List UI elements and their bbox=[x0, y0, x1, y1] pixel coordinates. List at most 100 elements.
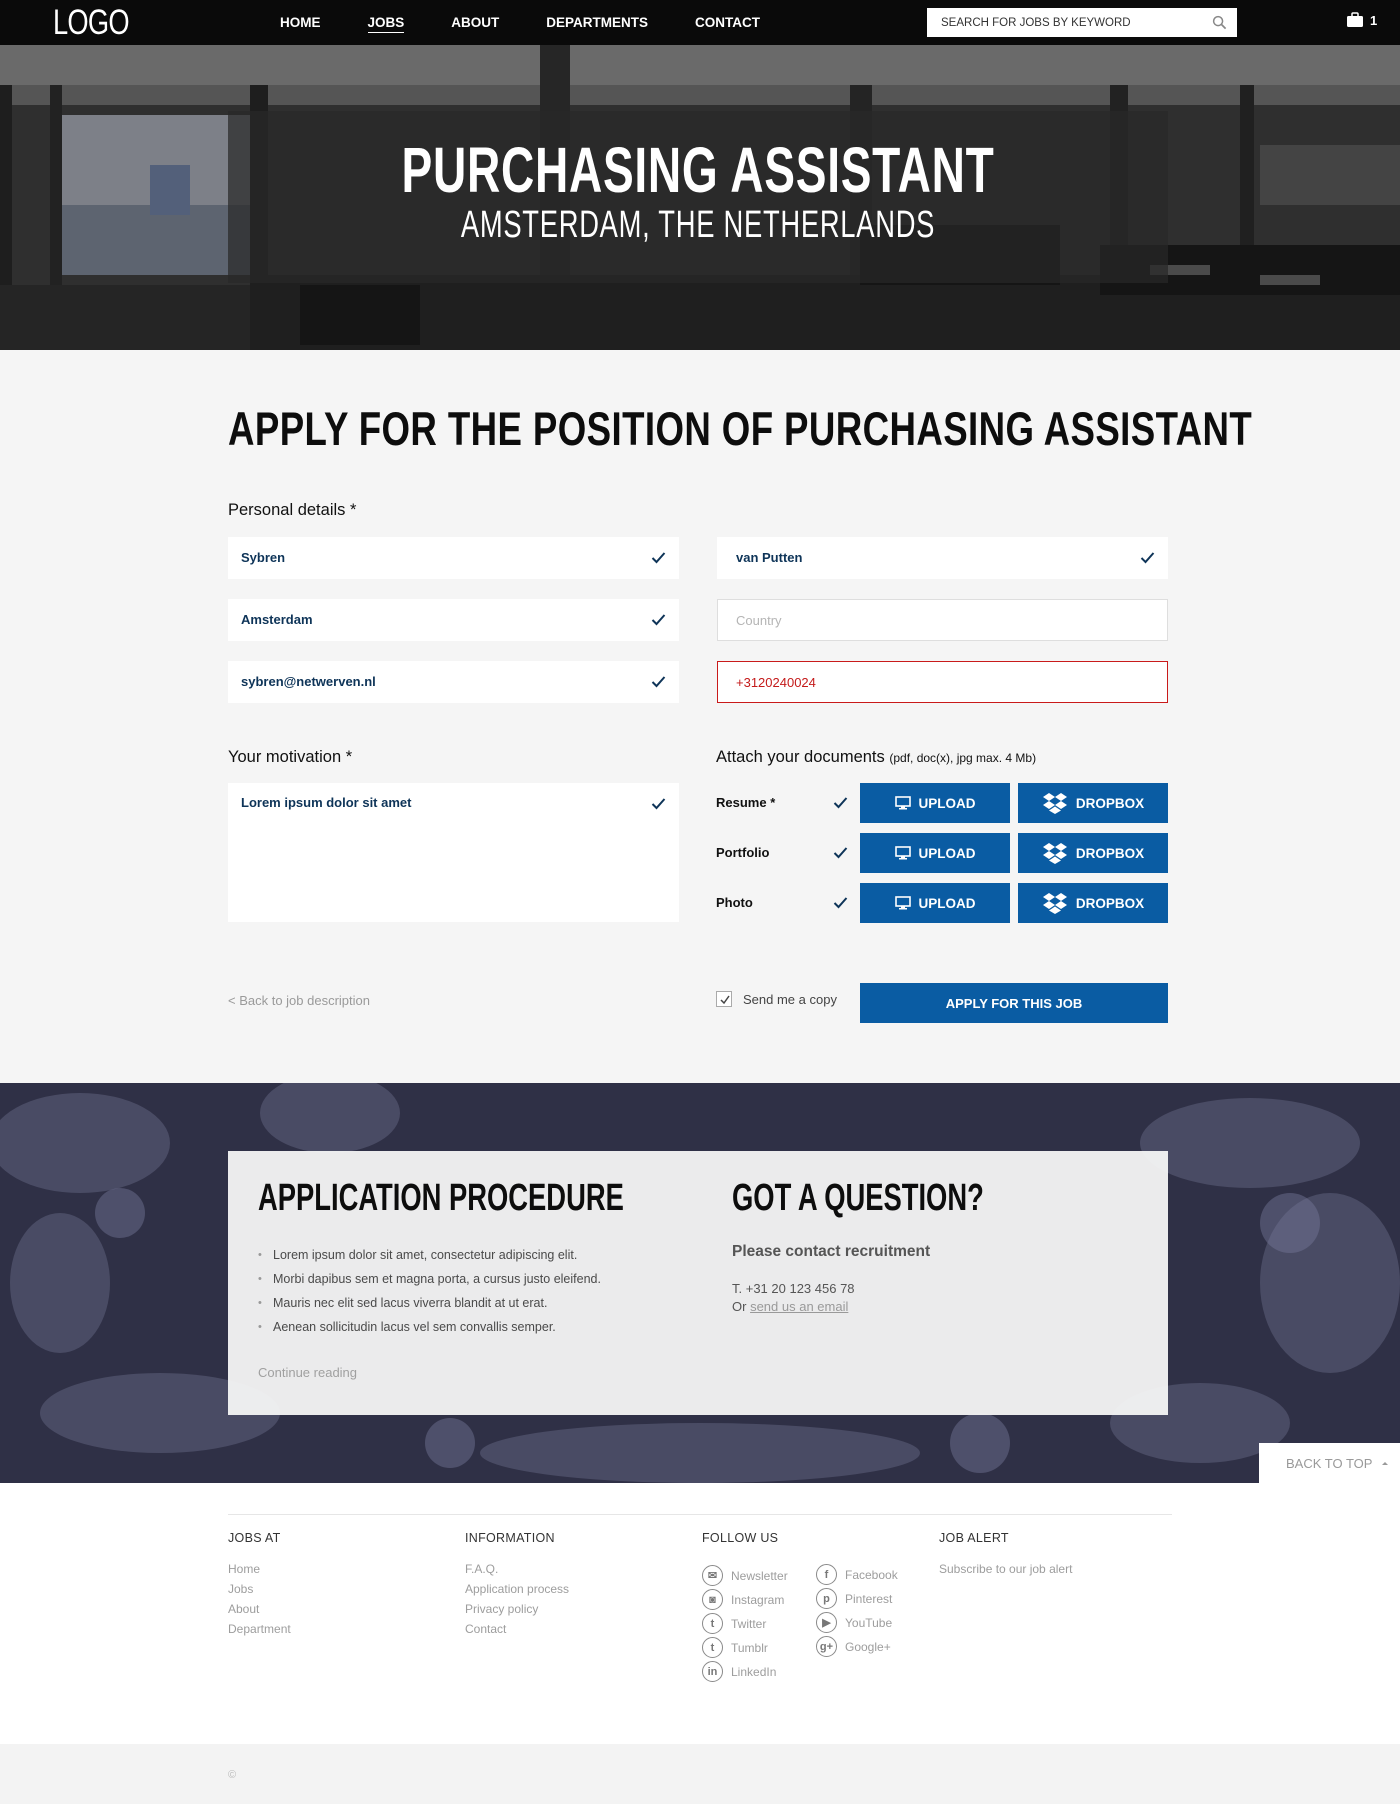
list-item: Mauris nec elit sed lacus viverra blandi… bbox=[258, 1291, 601, 1315]
first-name-field[interactable]: Sybren bbox=[228, 537, 679, 579]
footer bbox=[0, 1483, 1400, 1744]
back-to-job-link[interactable]: < Back to job description bbox=[228, 993, 370, 1008]
social-pinterest[interactable]: p Pinterest bbox=[816, 1588, 892, 1609]
pinterest-icon: p bbox=[816, 1588, 837, 1609]
check-icon bbox=[651, 552, 666, 564]
search-icon[interactable] bbox=[1212, 15, 1227, 30]
personal-details-label: Personal details * bbox=[228, 501, 357, 519]
search-input[interactable] bbox=[927, 8, 1197, 37]
hero-banner: PURCHASING ASSISTANT AMSTERDAM, THE NETH… bbox=[0, 45, 1400, 350]
bottom-bar bbox=[0, 1744, 1400, 1804]
motivation-textarea[interactable]: Lorem ipsum dolor sit amet bbox=[228, 783, 679, 922]
upload-photo-button[interactable]: UPLOAD bbox=[860, 883, 1010, 923]
twitter-icon: t bbox=[702, 1613, 723, 1634]
monitor-icon bbox=[894, 896, 911, 910]
job-location: AMSTERDAM, THE NETHERLANDS bbox=[460, 204, 936, 246]
footer-link-application-process[interactable]: Application process bbox=[465, 1579, 569, 1599]
apply-button[interactable]: APPLY FOR THIS JOB bbox=[860, 983, 1168, 1023]
motivation-label: Your motivation * bbox=[228, 748, 353, 766]
back-to-top-button[interactable]: BACK TO TOP bbox=[1259, 1443, 1400, 1483]
footer-link-faq[interactable]: F.A.Q. bbox=[465, 1559, 569, 1579]
nav-contact[interactable]: CONTACT bbox=[695, 0, 760, 45]
instagram-icon: ◙ bbox=[702, 1589, 723, 1610]
first-name-value: Sybren bbox=[241, 550, 286, 565]
monitor-icon bbox=[894, 796, 911, 810]
linkedin-icon: in bbox=[702, 1661, 723, 1682]
footer-link-about[interactable]: About bbox=[228, 1599, 291, 1619]
send-copy-checkbox[interactable]: Send me a copy bbox=[716, 991, 837, 1007]
nav-links: HOME JOBS ABOUT DEPARTMENTS CONTACT bbox=[280, 0, 807, 45]
monitor-icon bbox=[894, 846, 911, 860]
social-tumblr[interactable]: t Tumblr bbox=[702, 1637, 768, 1658]
upload-resume-button[interactable]: UPLOAD bbox=[860, 783, 1010, 823]
dropbox-portfolio-button[interactable]: DROPBOX bbox=[1018, 833, 1168, 873]
attach-documents-label: Attach your documents (pdf, doc(x), jpg … bbox=[716, 748, 1037, 766]
footer-link-privacy[interactable]: Privacy policy bbox=[465, 1599, 569, 1619]
doc-label: Portfolio bbox=[716, 845, 770, 860]
procedure-title: APPLICATION PROCEDURE bbox=[258, 1177, 624, 1219]
country-field[interactable]: Country bbox=[717, 599, 1168, 641]
job-title: PURCHASING ASSISTANT bbox=[401, 134, 995, 206]
footer-jobs-at: JOBS AT Home Jobs About Department bbox=[228, 1531, 291, 1639]
footer-link-department[interactable]: Department bbox=[228, 1619, 291, 1639]
doc-label: Photo bbox=[716, 895, 753, 910]
hero-title-box: PURCHASING ASSISTANT AMSTERDAM, THE NETH… bbox=[228, 111, 1168, 283]
list-item: Morbi dapibus sem et magna porta, a curs… bbox=[258, 1267, 601, 1291]
nav-about[interactable]: ABOUT bbox=[451, 0, 499, 45]
footer-job-alert: JOB ALERT Subscribe to our job alert bbox=[939, 1531, 1072, 1579]
last-name-value: van Putten bbox=[736, 550, 803, 565]
social-instagram[interactable]: ◙ Instagram bbox=[702, 1589, 784, 1610]
footer-follow-us: FOLLOW US bbox=[702, 1531, 779, 1545]
checkbox[interactable] bbox=[716, 991, 732, 1007]
check-icon bbox=[833, 797, 848, 809]
nav-jobs[interactable]: JOBS bbox=[367, 0, 405, 45]
social-youtube[interactable]: ▶ YouTube bbox=[816, 1612, 892, 1633]
footer-divider bbox=[228, 1514, 1172, 1515]
social-newsletter[interactable]: ✉ Newsletter bbox=[702, 1565, 788, 1586]
city-field[interactable]: Amsterdam bbox=[228, 599, 679, 641]
attach-hint: (pdf, doc(x), jpg max. 4 Mb) bbox=[889, 751, 1037, 765]
contact-phone: T. +31 20 123 456 78 bbox=[732, 1281, 855, 1296]
upload-portfolio-button[interactable]: UPLOAD bbox=[860, 833, 1010, 873]
continue-reading-link[interactable]: Continue reading bbox=[258, 1365, 357, 1380]
last-name-field[interactable]: van Putten bbox=[717, 537, 1168, 579]
check-icon bbox=[651, 614, 666, 626]
send-email-link[interactable]: send us an email bbox=[750, 1299, 848, 1314]
page-title: APPLY FOR THE POSITION OF PURCHASING ASS… bbox=[228, 402, 1253, 455]
dropbox-icon bbox=[1042, 793, 1067, 814]
phone-field[interactable]: +3120240024 bbox=[717, 661, 1168, 703]
list-item: Aenean sollicitudin lacus vel sem conval… bbox=[258, 1315, 601, 1339]
question-subtitle: Please contact recruitment bbox=[732, 1243, 931, 1260]
briefcase-icon bbox=[1347, 12, 1363, 27]
cart-button[interactable]: 1 bbox=[1346, 12, 1377, 28]
check-icon bbox=[651, 798, 666, 810]
motivation-value: Lorem ipsum dolor sit amet bbox=[241, 795, 412, 810]
nav-home[interactable]: HOME bbox=[280, 0, 321, 45]
tumblr-icon: t bbox=[702, 1637, 723, 1658]
footer-link-contact[interactable]: Contact bbox=[465, 1619, 569, 1639]
youtube-icon: ▶ bbox=[816, 1612, 837, 1633]
list-item: Lorem ipsum dolor sit amet, consectetur … bbox=[258, 1243, 601, 1267]
caret-up-icon bbox=[1382, 1462, 1389, 1465]
dropbox-resume-button[interactable]: DROPBOX bbox=[1018, 783, 1168, 823]
mail-icon: ✉ bbox=[702, 1565, 723, 1586]
nav-departments[interactable]: DEPARTMENTS bbox=[546, 0, 648, 45]
send-copy-label: Send me a copy bbox=[743, 991, 837, 1007]
job-alert-link[interactable]: Subscribe to our job alert bbox=[939, 1559, 1072, 1579]
social-twitter[interactable]: t Twitter bbox=[702, 1613, 766, 1634]
check-icon bbox=[833, 897, 848, 909]
contact-info: T. +31 20 123 456 78 Or send us an email bbox=[732, 1281, 855, 1314]
social-facebook[interactable]: f Facebook bbox=[816, 1564, 898, 1585]
footer-information: INFORMATION F.A.Q. Application process P… bbox=[465, 1531, 569, 1639]
logo[interactable]: LOGO bbox=[53, 3, 130, 43]
top-nav: LOGO HOME JOBS ABOUT DEPARTMENTS CONTACT… bbox=[0, 0, 1400, 45]
social-linkedin[interactable]: in LinkedIn bbox=[702, 1661, 776, 1682]
footer-link-jobs[interactable]: Jobs bbox=[228, 1579, 291, 1599]
dropbox-photo-button[interactable]: DROPBOX bbox=[1018, 883, 1168, 923]
dropbox-icon bbox=[1042, 893, 1067, 914]
procedure-list: Lorem ipsum dolor sit amet, consectetur … bbox=[258, 1243, 601, 1339]
social-googleplus[interactable]: g+ Google+ bbox=[816, 1636, 891, 1657]
footer-link-home[interactable]: Home bbox=[228, 1559, 291, 1579]
check-icon bbox=[1140, 552, 1155, 564]
email-field[interactable]: sybren@netwerven.nl bbox=[228, 661, 679, 703]
